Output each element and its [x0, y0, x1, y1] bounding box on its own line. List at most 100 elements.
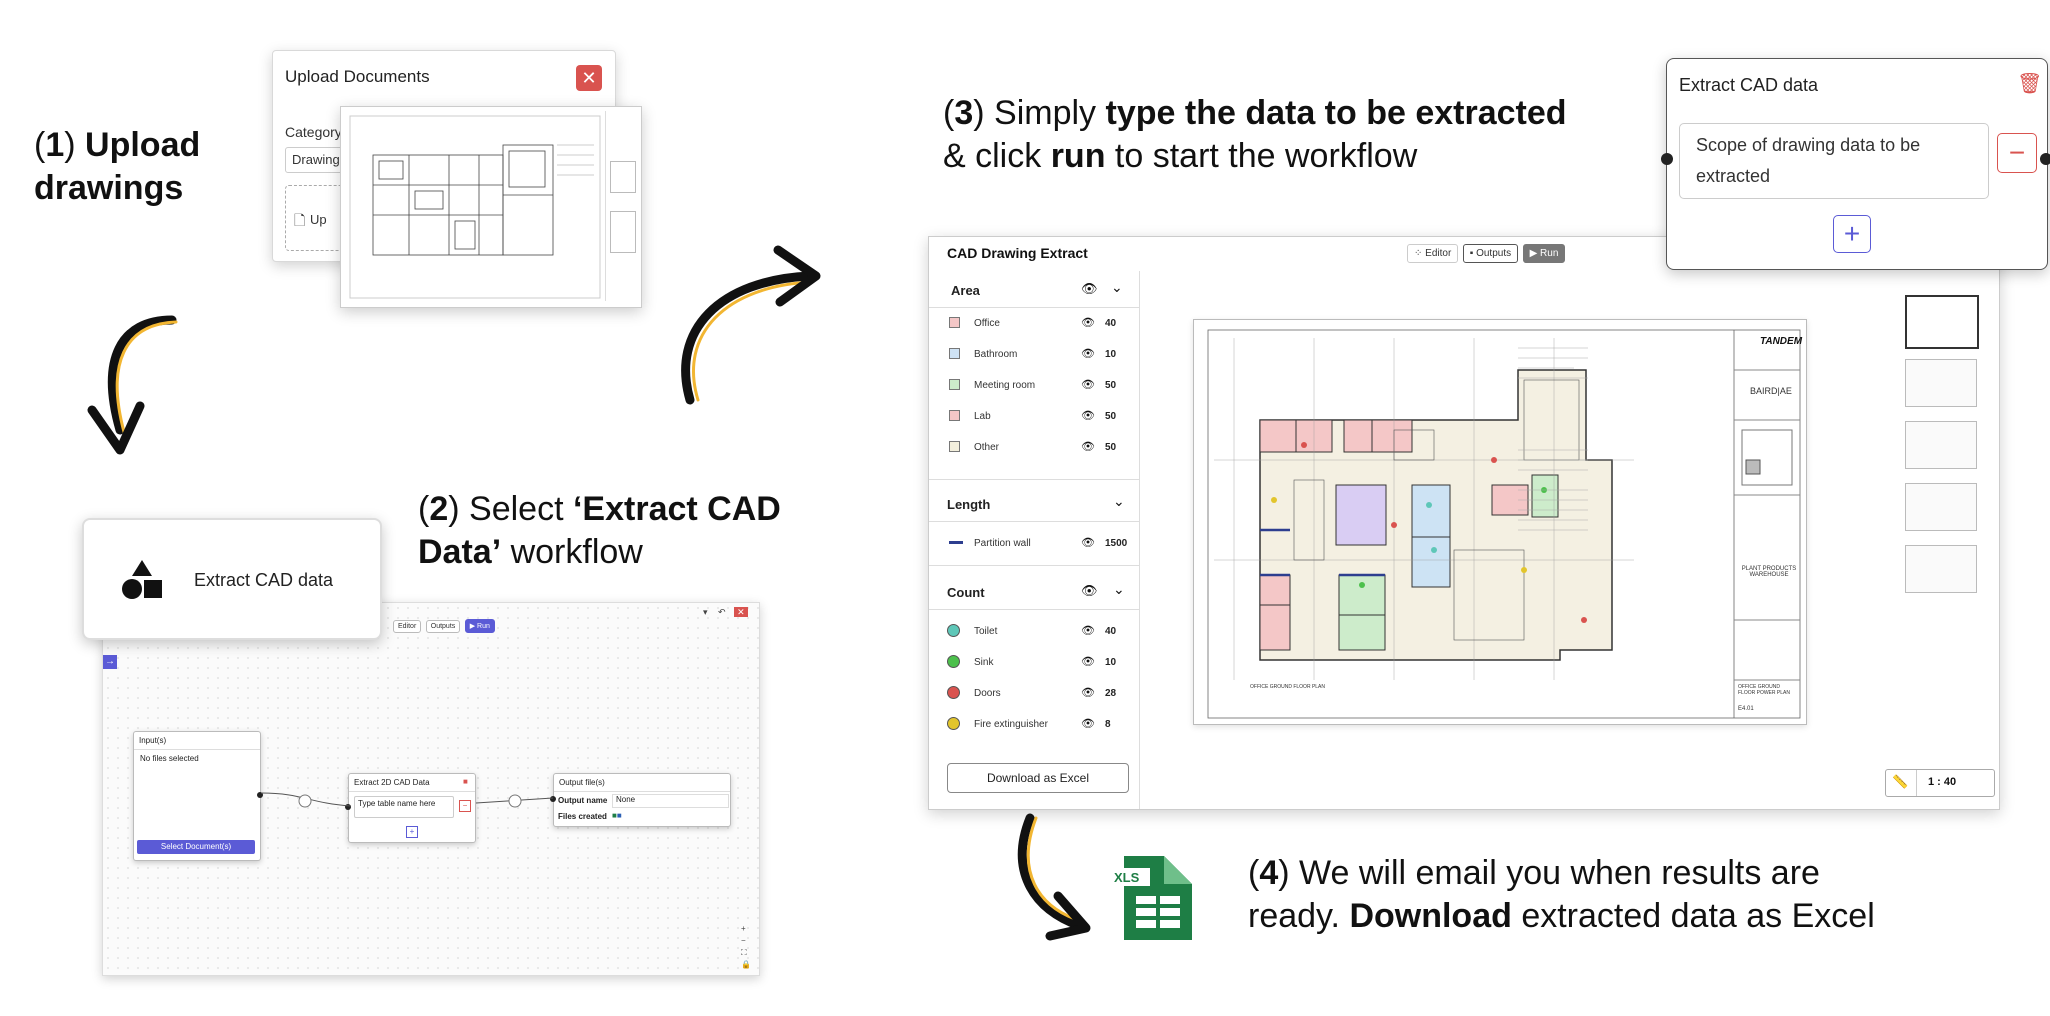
count-label: Fire extinguisher	[974, 719, 1048, 730]
upload-drop-zone[interactable]: 🗋 Up	[285, 185, 347, 251]
count-chevron-icon[interactable]: ⌄	[1113, 581, 1125, 598]
step4-number: 4	[1259, 854, 1279, 892]
scope-input[interactable]: Scope of drawing data to be extracted	[1679, 123, 1989, 199]
nodes-icon: ⁘	[1414, 248, 1426, 259]
count-label: Sink	[974, 657, 994, 668]
eye-icon[interactable]: 👁	[1081, 717, 1095, 730]
count-label: Doors	[974, 688, 1001, 699]
results-sidebar: Area 👁 ⌄ Office 👁 40 Bathroom 👁 10 Meeting roo…	[929, 271, 1140, 809]
eye-icon[interactable]: 👁	[1081, 655, 1095, 668]
ruler-icon: 📏	[1892, 774, 1909, 789]
outputs-button[interactable]: ▪ Outputs	[1462, 244, 1519, 263]
eye-icon[interactable]: 👁	[1081, 409, 1095, 422]
extract-cad-data-node: Extract CAD data 🗑 Scope of drawing data…	[1661, 58, 2050, 270]
length-row[interactable]: Partition wall 👁 1500	[929, 533, 1139, 553]
category-label: Category	[285, 124, 342, 140]
area-label: Office	[974, 318, 1000, 329]
step3-suffix: to start the workflow	[1114, 137, 1418, 175]
eye-icon[interactable]: 👁	[1081, 440, 1095, 453]
page-thumbnail-2[interactable]	[1905, 359, 1977, 407]
eye-icon[interactable]: 👁	[1081, 624, 1095, 637]
run-button[interactable]: ▶ Run	[1522, 244, 1566, 263]
floor-plan	[1207, 329, 1801, 719]
step2-suffix: workflow	[510, 533, 643, 571]
step3-mid: & click	[943, 137, 1042, 175]
xls-label: XLS	[1114, 870, 1140, 885]
eye-icon[interactable]: 👁	[1081, 316, 1095, 329]
length-color-marker	[949, 541, 963, 544]
count-value: 10	[1105, 657, 1117, 668]
arrow-step1-to-step2	[87, 315, 178, 455]
count-value: 40	[1105, 626, 1117, 637]
count-color-marker	[947, 655, 960, 668]
step2-caption: (2) Select ‘Extract CAD Data’ workflow	[418, 490, 781, 571]
shapes-icon	[122, 560, 162, 599]
area-row[interactable]: Lab 👁 50	[929, 406, 1139, 426]
area-value: 10	[1105, 349, 1117, 360]
area-value: 50	[1105, 380, 1117, 391]
area-color-marker	[949, 317, 960, 328]
step3-bold2: run	[1050, 137, 1106, 175]
area-label: Other	[974, 442, 1000, 453]
count-visibility-icon[interactable]: 👁	[1081, 583, 1098, 599]
plant-products-label: PLANT PRODUCTS WAREHOUSE	[1741, 566, 1797, 578]
download-excel-button[interactable]: Download as Excel	[947, 763, 1129, 793]
category-select[interactable]: Drawing	[285, 147, 345, 173]
extract-cad-workflow-card[interactable]: Extract CAD data	[82, 518, 382, 640]
remove-field-button[interactable]: −	[1997, 133, 2037, 173]
scale-control[interactable]: 📏 1 : 40	[1885, 769, 1995, 797]
tandem-logo: TANDEM	[1760, 336, 1803, 347]
step1-caption: (1) Upload drawings	[34, 126, 201, 207]
editor-label: Editor	[1425, 248, 1452, 259]
area-row[interactable]: Meeting room 👁 50	[929, 375, 1139, 395]
step4-caption: (4) We will email you when results are r…	[1248, 854, 1875, 935]
area-value: 50	[1105, 442, 1117, 453]
add-field-button[interactable]: +	[1833, 215, 1871, 253]
close-button[interactable]: ✕	[576, 65, 602, 91]
step3-number: 3	[954, 94, 974, 132]
count-row[interactable]: Fire extinguisher 👁 8	[929, 714, 1139, 734]
page-thumbnail-4[interactable]	[1905, 483, 1977, 531]
area-value: 40	[1105, 318, 1117, 329]
zoom-controls[interactable]: + − ⛶ 🔒	[741, 923, 751, 971]
page-thumbnail-1[interactable]	[1905, 295, 1979, 349]
page-thumbnail-3[interactable]	[1905, 421, 1977, 469]
area-label: Meeting room	[974, 380, 1036, 391]
area-chevron-icon[interactable]: ⌄	[1111, 279, 1123, 296]
count-row[interactable]: Sink 👁 10	[929, 652, 1139, 672]
plan-title-label: OFFICE GROUND FLOOR PLAN	[1250, 684, 1326, 690]
input-port[interactable]	[1661, 153, 1673, 165]
output-port[interactable]	[2040, 153, 2050, 165]
area-visibility-icon[interactable]: 👁	[1081, 281, 1098, 297]
eye-icon[interactable]: 👁	[1081, 378, 1095, 391]
step4-line2-prefix: ready.	[1248, 897, 1340, 935]
count-section-title: Count	[947, 585, 985, 600]
count-color-marker	[947, 624, 960, 637]
area-color-marker	[949, 379, 960, 390]
drawing-sheet: TANDEM BAIRD|AE PLANT PRODUCTS WAREHOUSE…	[1193, 319, 1807, 725]
upload-label: Up	[310, 212, 327, 227]
eye-icon[interactable]: 👁	[1081, 686, 1095, 699]
editor-button[interactable]: ⁘ Editor	[1407, 244, 1459, 263]
sheet-title-label: OFFICE GROUND FLOOR POWER PLAN	[1738, 684, 1790, 696]
count-row[interactable]: Toilet 👁 40	[929, 621, 1139, 641]
step3-bold1: type the data to be extracted	[1105, 94, 1567, 132]
scale-value: 1 : 40	[1928, 776, 1957, 788]
eye-icon[interactable]: 👁	[1081, 347, 1095, 360]
step3-prefix: Simply	[994, 94, 1097, 132]
length-chevron-icon[interactable]: ⌄	[1113, 493, 1125, 510]
length-label: Partition wall	[974, 538, 1031, 549]
delete-icon[interactable]: 🗑	[2017, 71, 2042, 96]
eye-icon[interactable]: 👁	[1081, 536, 1095, 549]
area-row[interactable]: Bathroom 👁 10	[929, 344, 1139, 364]
area-row[interactable]: Other 👁 50	[929, 437, 1139, 457]
upload-modal-title: Upload Documents	[285, 67, 430, 86]
count-row[interactable]: Doors 👁 28	[929, 683, 1139, 703]
cad-drawing-extract-window: CAD Drawing Extract ⁘ Editor ▪ Outputs ▶…	[928, 236, 2000, 810]
page-thumbnail-5[interactable]	[1905, 545, 1977, 593]
sheet-number-label: E4.01	[1738, 706, 1754, 712]
app-title: CAD Drawing Extract	[947, 245, 1088, 261]
area-row[interactable]: Office 👁 40	[929, 313, 1139, 333]
preview-side-panel	[605, 111, 638, 301]
length-value: 1500	[1105, 538, 1128, 549]
